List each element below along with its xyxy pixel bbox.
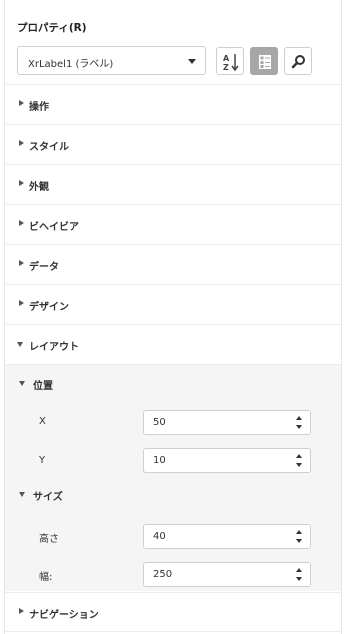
caret-down-icon <box>19 492 25 497</box>
section-data[interactable]: データ <box>5 244 341 284</box>
section-operation[interactable]: 操作 <box>5 84 341 124</box>
x-label: X <box>39 416 46 427</box>
width-label: 幅: <box>39 572 53 583</box>
spin-up-icon[interactable] <box>296 416 302 420</box>
section-label: ナビゲーション <box>29 610 99 621</box>
section-design[interactable]: デザイン <box>5 284 341 324</box>
sort-alphabetical-button[interactable]: A Z <box>216 47 244 75</box>
component-selector-value: XrLabel1 (ラベル) <box>28 59 114 70</box>
section-appearance[interactable]: 外観 <box>5 164 341 204</box>
caret-right-icon <box>19 140 24 146</box>
y-input[interactable]: 10 <box>143 448 311 473</box>
caret-down-icon <box>17 342 23 347</box>
spin-down-icon[interactable] <box>296 463 302 467</box>
spin-down-icon[interactable] <box>296 539 302 543</box>
x-input[interactable]: 50 <box>143 410 311 435</box>
properties-panel: プロパティ(R) XrLabel1 (ラベル) A Z 操作 スタイル 外観 ビ… <box>4 0 342 634</box>
section-label: デザイン <box>29 302 69 313</box>
svg-text:A: A <box>223 54 230 63</box>
search-button[interactable] <box>284 47 312 75</box>
section-label: データ <box>29 262 59 273</box>
search-icon <box>291 55 305 69</box>
caret-right-icon <box>19 260 24 266</box>
spin-down-icon[interactable] <box>296 577 302 581</box>
subsection-position[interactable]: 位置 <box>5 375 341 395</box>
y-value: 10 <box>153 455 166 466</box>
width-input[interactable]: 250 <box>143 562 311 587</box>
chevron-down-icon <box>188 59 196 64</box>
height-input[interactable]: 40 <box>143 524 311 549</box>
section-layout[interactable]: レイアウト <box>5 324 341 364</box>
section-navigation[interactable]: ナビゲーション <box>5 592 341 632</box>
section-behavior[interactable]: ビヘイビア <box>5 204 341 244</box>
spin-up-icon[interactable] <box>296 568 302 572</box>
spin-up-icon[interactable] <box>296 454 302 458</box>
spin-down-icon[interactable] <box>296 425 302 429</box>
section-style[interactable]: スタイル <box>5 124 341 164</box>
section-label: スタイル <box>29 142 69 153</box>
section-label: レイアウト <box>29 342 79 353</box>
caret-right-icon <box>19 300 24 306</box>
section-label: 外観 <box>29 182 49 193</box>
component-selector[interactable]: XrLabel1 (ラベル) <box>17 46 206 75</box>
sort-az-icon: A Z <box>223 54 239 72</box>
x-value: 50 <box>153 417 166 428</box>
categorize-button[interactable] <box>250 47 278 75</box>
panel-title: プロパティ(R) <box>17 22 87 34</box>
caret-right-icon <box>19 100 24 106</box>
categorize-icon <box>259 55 271 69</box>
subsection-label: 位置 <box>33 381 53 392</box>
layout-section-content: 位置 X 50 Y 10 サイズ 高さ 40 幅: 250 <box>5 364 341 591</box>
caret-right-icon <box>19 180 24 186</box>
section-label: 操作 <box>29 102 49 113</box>
width-value: 250 <box>153 569 173 580</box>
subsection-label: サイズ <box>33 492 63 503</box>
caret-right-icon <box>19 220 24 226</box>
section-label: ビヘイビア <box>29 222 79 233</box>
height-value: 40 <box>153 531 166 542</box>
svg-text:Z: Z <box>223 63 229 72</box>
height-label: 高さ <box>39 534 59 545</box>
y-label: Y <box>39 455 46 466</box>
subsection-size[interactable]: サイズ <box>5 486 341 506</box>
caret-down-icon <box>19 381 25 386</box>
caret-right-icon <box>19 608 24 614</box>
spin-up-icon[interactable] <box>296 530 302 534</box>
